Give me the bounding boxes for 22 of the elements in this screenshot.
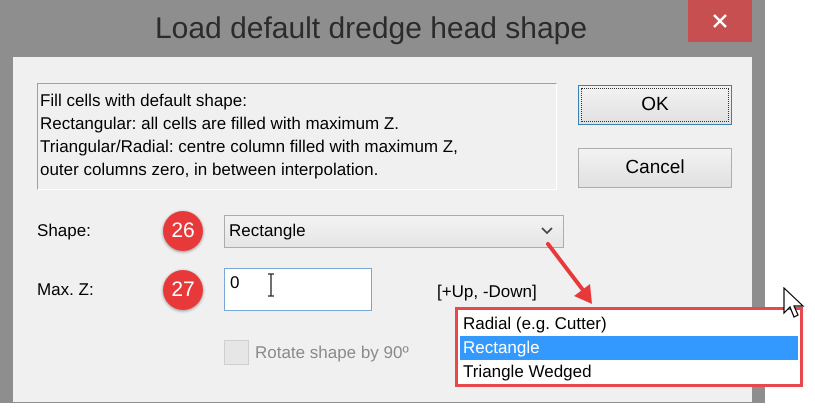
description-text: Triangular/Radial: centre column filled with maximum Z, bbox=[40, 136, 459, 158]
chevron-icon bbox=[541, 227, 553, 235]
dropdown-option[interactable]: Triangle Wedged bbox=[460, 360, 798, 384]
max-z-field[interactable]: 0 bbox=[224, 268, 372, 311]
direction-hint: [+Up, -Down] bbox=[437, 282, 537, 302]
annotation-arrow bbox=[546, 242, 592, 304]
description-text: Rectangular: all cells are filled with maximum Z. bbox=[40, 113, 400, 135]
description-text: outer columns zero, in between interpolation. bbox=[40, 159, 380, 181]
shape-dropdown[interactable]: Rectangle bbox=[224, 214, 564, 248]
window-title: Load default dredge head shape bbox=[155, 11, 588, 46]
rotate-label: Rotate shape by 90º bbox=[255, 342, 409, 362]
dialog-button[interactable]: Cancel bbox=[578, 148, 732, 188]
description-text: Fill cells with default shape: bbox=[40, 90, 248, 112]
callout-badge: 27 bbox=[163, 270, 203, 310]
text-cursor-icon bbox=[267, 273, 276, 297]
close-button[interactable] bbox=[688, 0, 752, 42]
max-z-label: Max. Z: bbox=[37, 280, 95, 300]
dropdown-option[interactable]: Radial (e.g. Cutter) bbox=[460, 312, 798, 336]
default-button[interactable]: OK bbox=[578, 85, 732, 125]
shape-label: Shape: bbox=[37, 221, 92, 241]
callout-badge: 26 bbox=[163, 211, 203, 251]
close-icon bbox=[712, 13, 728, 29]
